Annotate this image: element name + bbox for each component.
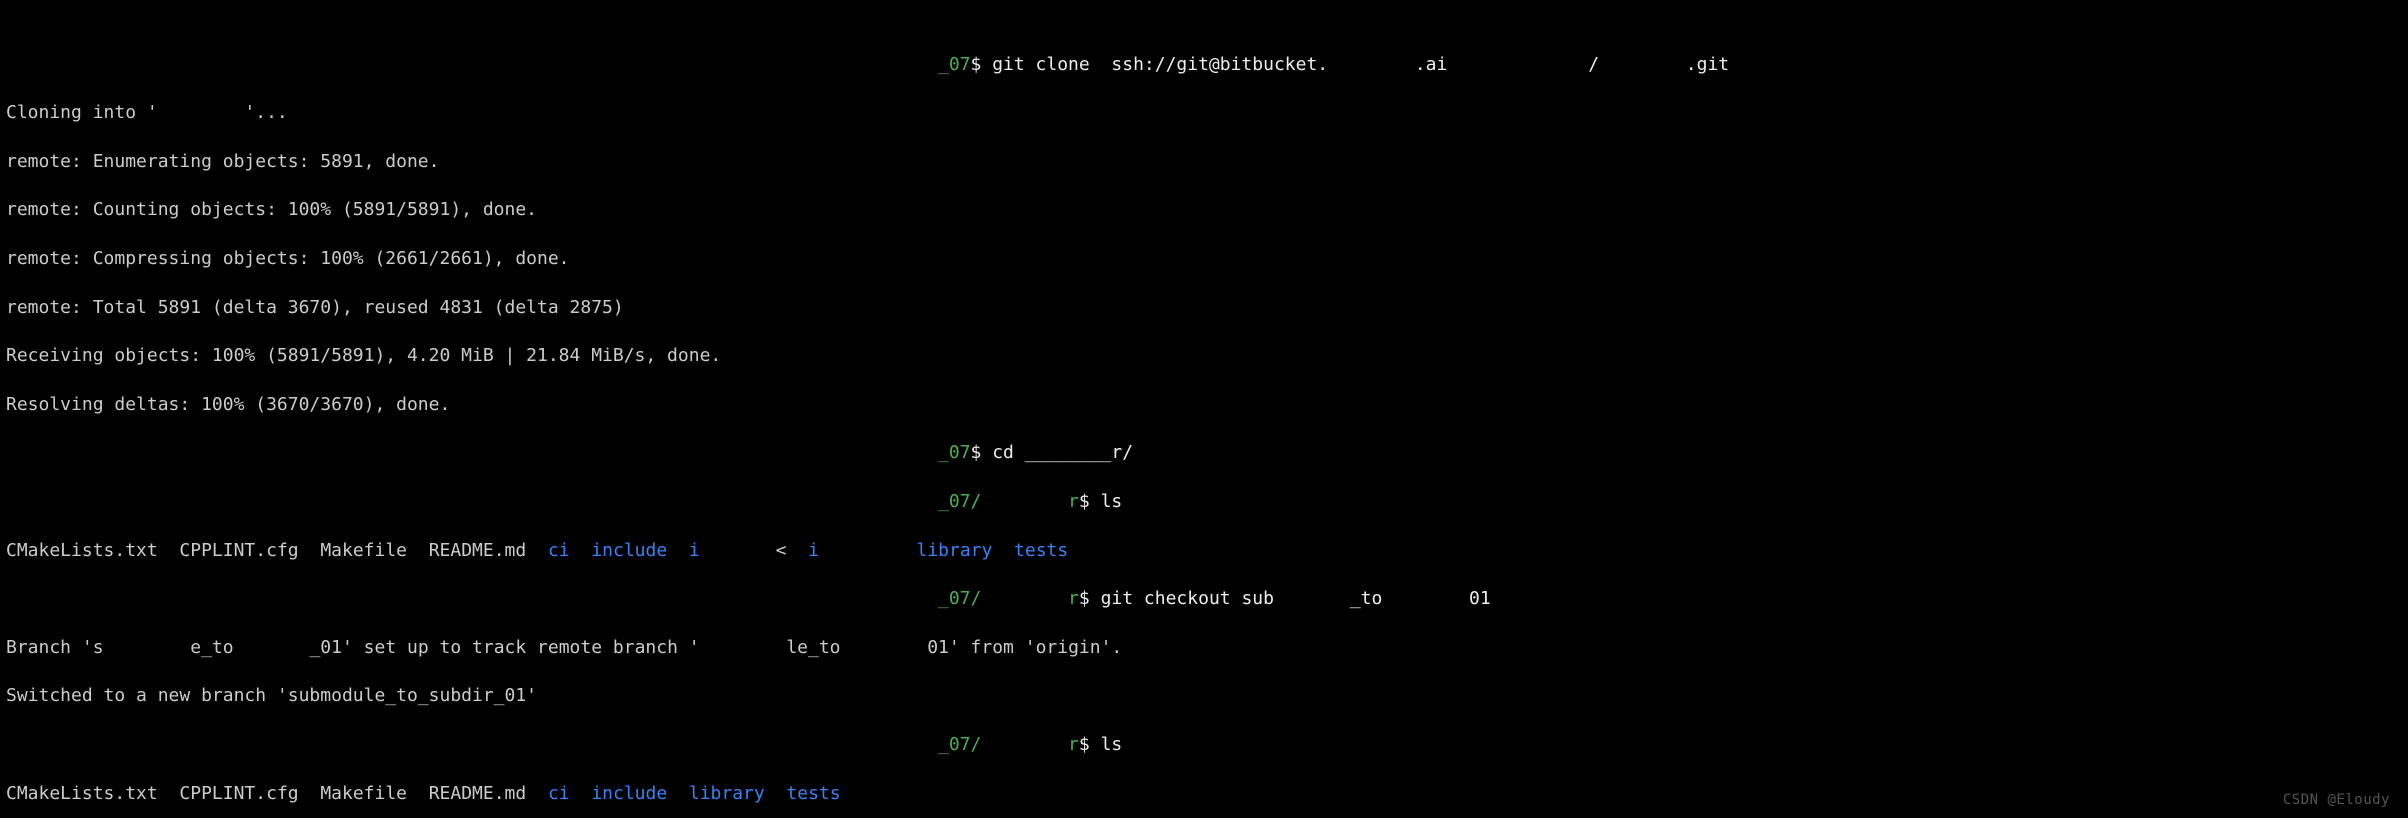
prompt-host: _07/ r — [6, 734, 1079, 755]
ls-output: CMakeLists.txt CPPLINT.cfg Makefile READ… — [6, 539, 2402, 563]
file: CMakeLists.txt — [6, 783, 158, 804]
dir: include — [591, 540, 667, 561]
file: README.md — [429, 783, 527, 804]
cmd-ls: ls — [1101, 734, 1123, 755]
output-line: Resolving deltas: 100% (3670/3670), done… — [6, 393, 2402, 417]
file: CMakeLists.txt — [6, 540, 158, 561]
ls-output: CMakeLists.txt CPPLINT.cfg Makefile READ… — [6, 782, 2402, 806]
cmd-checkout: git checkout sub _to 01 — [1101, 588, 1491, 609]
dir: include — [591, 783, 667, 804]
dir: i — [808, 540, 819, 561]
output-line: _07/ r$ ls — [6, 733, 2402, 757]
output-line: _07$ git clone ssh://git@bitbucket. .ai … — [6, 53, 2402, 77]
output-line: Switched to a new branch 'submodule_to_s… — [6, 684, 2402, 708]
prompt-host: _07 — [6, 442, 971, 463]
dir: library — [689, 783, 765, 804]
output-line: remote: Counting objects: 100% (5891/589… — [6, 198, 2402, 222]
output-line: Branch 's e_to _01' set up to track remo… — [6, 636, 2402, 660]
prompt-dollar: $ — [971, 54, 993, 75]
dir: ci — [548, 783, 570, 804]
dir: tests — [786, 783, 840, 804]
file: CPPLINT.cfg — [179, 540, 298, 561]
watermark-label: CSDN @Eloudy — [2283, 791, 2390, 810]
dir: i — [689, 540, 700, 561]
file: Makefile — [320, 540, 407, 561]
file: Makefile — [320, 783, 407, 804]
file: CPPLINT.cfg — [179, 783, 298, 804]
prompt-dollar: $ — [1079, 734, 1101, 755]
output-line: _07/ r$ ls — [6, 490, 2402, 514]
cmd-cd: cd ________r/ — [992, 442, 1133, 463]
cmd-git-clone: git clone ssh://git@bitbucket. .ai / .gi… — [992, 54, 1729, 75]
dir: tests — [1014, 540, 1068, 561]
output-line: remote: Total 5891 (delta 3670), reused … — [6, 296, 2402, 320]
prompt-host: _07/ r — [6, 588, 1079, 609]
dir: ci — [548, 540, 570, 561]
prompt-dollar: $ — [1079, 491, 1101, 512]
file: README.md — [429, 540, 527, 561]
prompt-host: _07/ r — [6, 491, 1079, 512]
dir: library — [916, 540, 992, 561]
terminal-viewport[interactable]: _07$ git clone ssh://git@bitbucket. .ai … — [0, 0, 2408, 818]
prompt-dollar: $ — [1079, 588, 1101, 609]
output-line: _07$ cd ________r/ — [6, 441, 2402, 465]
cmd-ls: ls — [1101, 491, 1123, 512]
output-line: Receiving objects: 100% (5891/5891), 4.2… — [6, 344, 2402, 368]
output-line: remote: Enumerating objects: 5891, done. — [6, 150, 2402, 174]
prompt-dollar: $ — [971, 442, 993, 463]
output-line: _07/ r$ git checkout sub _to 01 — [6, 587, 2402, 611]
output-line: remote: Compressing objects: 100% (2661/… — [6, 247, 2402, 271]
prompt-host: _07 — [6, 54, 971, 75]
output-line: Cloning into ' '... — [6, 101, 2402, 125]
